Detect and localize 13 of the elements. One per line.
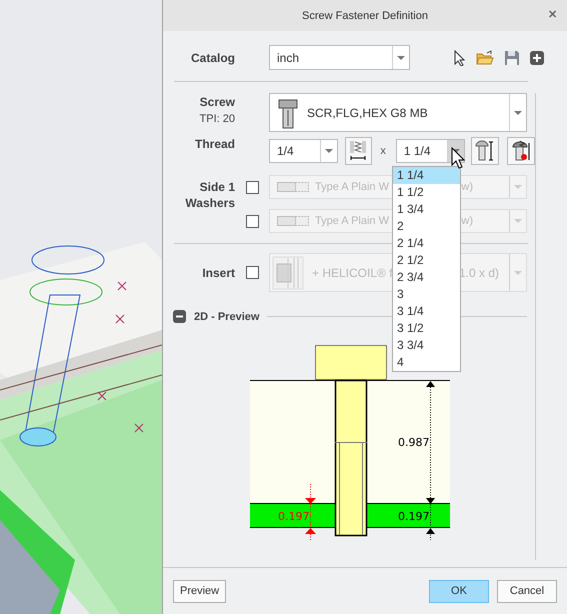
field-label: Thread — [194, 137, 235, 151]
field-label: Insert — [201, 266, 235, 280]
dimension-label: 0.197 — [278, 510, 310, 523]
field-label: Screw — [198, 95, 235, 109]
field-label: Catalog — [190, 50, 235, 64]
tpi-label: TPI: 20 — [200, 113, 235, 125]
field-label: Washers — [184, 195, 235, 211]
field-label: Side 1 — [198, 179, 235, 195]
window-title: Screw Fastener Definition — [302, 10, 428, 22]
dimension-label: 0.987 — [398, 436, 430, 449]
times-sign: x — [380, 145, 386, 157]
dimension-label: 0.197 — [398, 510, 430, 523]
section-title: 2D - Preview — [194, 310, 260, 322]
